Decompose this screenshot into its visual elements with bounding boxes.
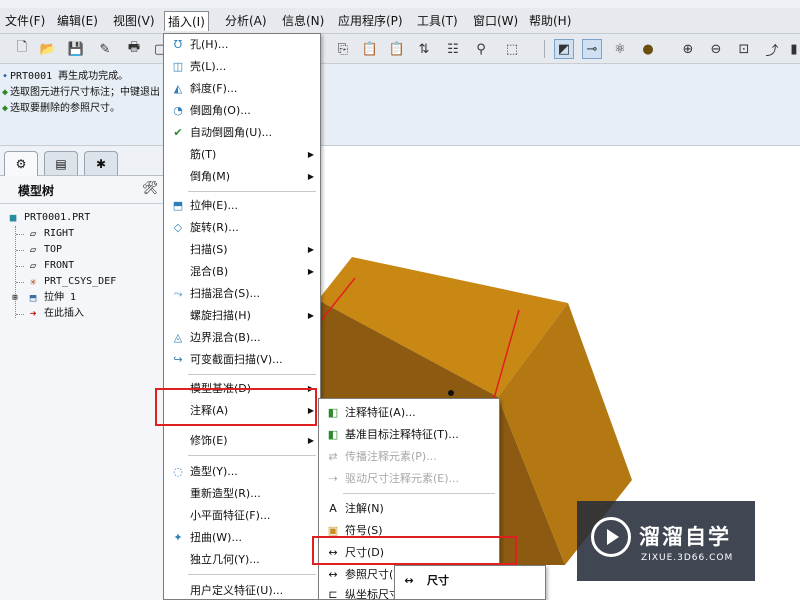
menu-item-boundary-blend[interactable]: ◬ 边界混合(B)... bbox=[164, 327, 320, 349]
menu-item-independent-geometry[interactable]: 独立几何(Y)... bbox=[164, 549, 320, 571]
menu-item-style[interactable]: ◌ 造型(Y)... bbox=[164, 461, 320, 483]
submenu-item-driving-dim[interactable]: ⇢ 驱动尺寸注释元素(E)... bbox=[319, 468, 499, 490]
watermark: 溜溜自学 ZIXUE.3D66.COM bbox=[577, 501, 755, 581]
watermark-url: ZIXUE.3D66.COM bbox=[641, 553, 734, 563]
extrude-icon: ⬒ bbox=[172, 199, 184, 212]
menu-separator bbox=[188, 374, 316, 375]
menu-item-shell[interactable]: ◫ 壳(L)... bbox=[164, 56, 320, 78]
var-sec-sweep-icon: ↪ bbox=[173, 353, 183, 366]
menu-item-udf[interactable]: 用户定义特征(U)... bbox=[164, 580, 320, 600]
watermark-title: 溜溜自学 bbox=[639, 525, 731, 549]
draft-icon: ◭ bbox=[173, 82, 183, 95]
submenu-arrow-icon: ▶ bbox=[307, 150, 314, 159]
insert-menu: Ʊ 孔(H)... ◫ 壳(L)... ◭ 斜度(F)... ◔ 倒圆角(O)... ✔… bbox=[163, 33, 321, 600]
menu-item-cosmetic[interactable]: 修饰(E) ▶ bbox=[164, 430, 320, 452]
style-icon: ◌ bbox=[173, 465, 183, 478]
menu-item-facet-feature[interactable]: 小平面特征(F)... bbox=[164, 505, 320, 527]
submenu-arrow-icon: ▶ bbox=[307, 172, 314, 181]
menu-item-warp[interactable]: ✦ 扭曲(W)... bbox=[164, 527, 320, 549]
play-logo-icon bbox=[591, 517, 631, 557]
swept-blend-icon: ⤳ bbox=[173, 287, 183, 300]
warp-icon: ✦ bbox=[173, 531, 183, 544]
menu-separator bbox=[188, 574, 316, 575]
menu-item-hole[interactable]: Ʊ 孔(H)... bbox=[164, 34, 320, 56]
highlight-box-annotation bbox=[155, 388, 317, 426]
hole-icon: Ʊ bbox=[173, 38, 183, 51]
menu-item-chamfer[interactable]: 倒角(M) ▶ bbox=[164, 166, 320, 188]
dimension-submenu: ↔ 尺寸 bbox=[394, 565, 546, 600]
datum-target-icon: ◧ bbox=[327, 428, 339, 441]
submenu-item-datum-target[interactable]: ◧ 基准目标注释特征(T)... bbox=[319, 424, 499, 446]
submenu-item-propagate[interactable]: ⇄ 传播注释元素(P)... bbox=[319, 446, 499, 468]
propagate-icon: ⇄ bbox=[328, 450, 338, 463]
menu-item-var-sec-sweep[interactable]: ↪ 可变截面扫描(V)... bbox=[164, 349, 320, 371]
menu-separator bbox=[188, 191, 316, 192]
menu-item-auto-round[interactable]: ✔ 自动倒圆角(U)... bbox=[164, 122, 320, 144]
ref-dimension-icon: ↔ bbox=[328, 568, 338, 581]
submenu-arrow-icon: ▶ bbox=[307, 245, 314, 254]
menu-item-round[interactable]: ◔ 倒圆角(O)... bbox=[164, 100, 320, 122]
menu-separator bbox=[343, 493, 495, 494]
dimension-icon: ↔ bbox=[404, 574, 414, 587]
submenu-arrow-icon: ▶ bbox=[307, 311, 314, 320]
menu-item-revolve[interactable]: ◇ 旋转(R)... bbox=[164, 217, 320, 239]
menu-item-swept-blend[interactable]: ⤳ 扫描混合(S)... bbox=[164, 283, 320, 305]
submenu-item-note[interactable]: A 注解(N) bbox=[319, 498, 499, 520]
menu-item-blend[interactable]: 混合(B) ▶ bbox=[164, 261, 320, 283]
annotation-feature-icon: ◧ bbox=[327, 406, 339, 419]
submenu-item-dimension-new[interactable]: ↔ 尺寸 bbox=[395, 570, 545, 592]
highlight-box-dimension bbox=[312, 536, 517, 565]
auto-round-icon: ✔ bbox=[173, 126, 183, 139]
shell-icon: ◫ bbox=[172, 60, 184, 73]
menu-item-rib[interactable]: 筋(T) ▶ bbox=[164, 144, 320, 166]
menu-separator bbox=[188, 455, 316, 456]
driving-dim-icon: ⇢ bbox=[328, 472, 338, 485]
revolve-icon: ◇ bbox=[173, 221, 183, 234]
submenu-item-annotation-feature[interactable]: ◧ 注释特征(A)... bbox=[319, 402, 499, 424]
note-icon: A bbox=[329, 502, 337, 515]
boundary-blend-icon: ◬ bbox=[173, 331, 183, 344]
menu-item-extrude[interactable]: ⬒ 拉伸(E)... bbox=[164, 195, 320, 217]
submenu-arrow-icon: ▶ bbox=[307, 267, 314, 276]
menu-item-restyle[interactable]: 重新造型(R)... bbox=[164, 483, 320, 505]
ordinate-dimension-icon: ⊏ bbox=[328, 588, 338, 600]
submenu-arrow-icon: ▶ bbox=[307, 436, 314, 445]
menu-item-helical-sweep[interactable]: 螺旋扫描(H) ▶ bbox=[164, 305, 320, 327]
menu-item-sweep[interactable]: 扫描(S) ▶ bbox=[164, 239, 320, 261]
round-icon: ◔ bbox=[173, 104, 183, 117]
menu-item-draft[interactable]: ◭ 斜度(F)... bbox=[164, 78, 320, 100]
